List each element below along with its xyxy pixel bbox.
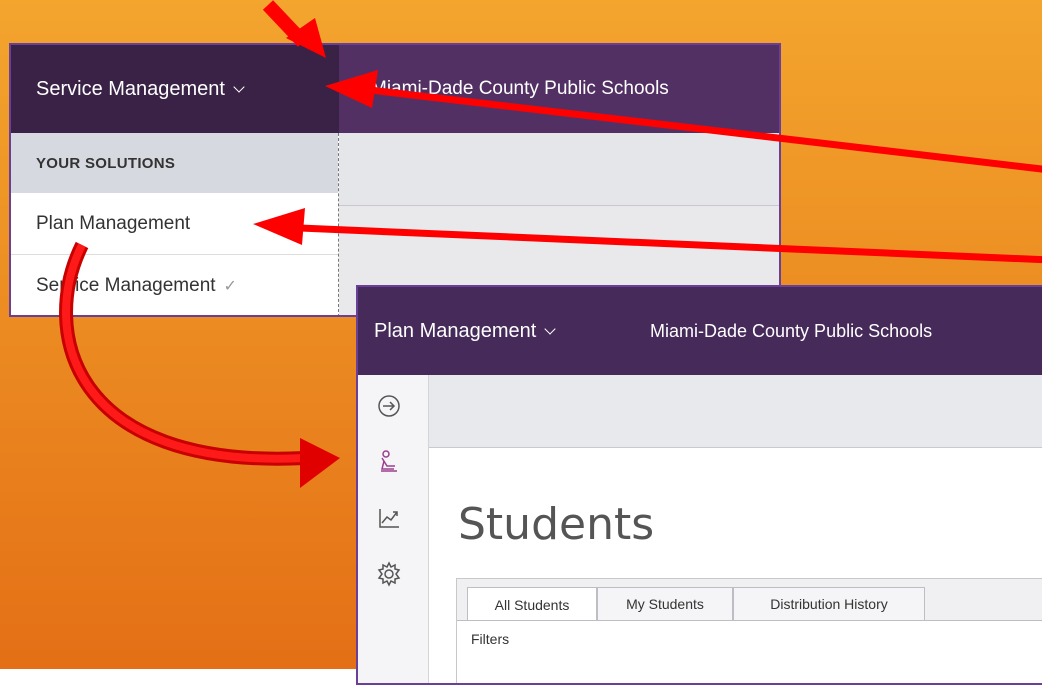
- solution-switcher-button[interactable]: Service Management: [11, 45, 339, 133]
- tab-label: Distribution History: [770, 596, 888, 612]
- dropdown-item-label: Plan Management: [36, 212, 191, 234]
- tab-label: All Students: [494, 596, 570, 613]
- solution-switcher-button[interactable]: Plan Management: [374, 287, 556, 375]
- tab-distribution-history[interactable]: Distribution History: [733, 587, 925, 620]
- service-management-screenshot: Service Management Miami-Dade County Pub…: [9, 43, 781, 317]
- tab-my-students[interactable]: My Students: [597, 587, 733, 620]
- solution-switcher-label: Plan Management: [374, 319, 537, 342]
- chevron-down-icon: [544, 322, 556, 335]
- chevron-down-icon: [233, 80, 245, 93]
- district-name: Miami-Dade County Public Schools: [650, 320, 933, 341]
- filters-row: Filters: [457, 620, 1042, 683]
- solutions-dropdown: YOUR SOLUTIONS Plan Management Service M…: [11, 133, 339, 315]
- toolbar-band: [429, 375, 1042, 448]
- dropdown-item-service-management[interactable]: Service Management ✓: [11, 255, 338, 315]
- toolbar-band: [339, 133, 779, 206]
- dropdown-item-plan-management[interactable]: Plan Management: [11, 193, 338, 255]
- solution-switcher-label: Service Management: [36, 77, 225, 100]
- page-title: Students: [458, 499, 655, 550]
- district-name: Miami-Dade County Public Schools: [371, 78, 669, 99]
- tab-label: My Students: [626, 596, 704, 612]
- dropdown-header: YOUR SOLUTIONS: [11, 133, 338, 193]
- tab-all-students[interactable]: All Students: [467, 587, 597, 621]
- checkmark-icon: ✓: [223, 277, 237, 295]
- trending-chart-icon[interactable]: [374, 503, 404, 533]
- gear-icon[interactable]: [374, 559, 404, 589]
- filters-label[interactable]: Filters: [471, 631, 509, 647]
- plan-management-screenshot: Plan Management Miami-Dade County Public…: [356, 285, 1042, 685]
- sidebar-rail: [358, 375, 429, 683]
- person-reading-icon[interactable]: [374, 447, 404, 477]
- arrow-right-circle-icon[interactable]: [374, 391, 404, 421]
- dropdown-item-label: Service Management: [36, 274, 216, 296]
